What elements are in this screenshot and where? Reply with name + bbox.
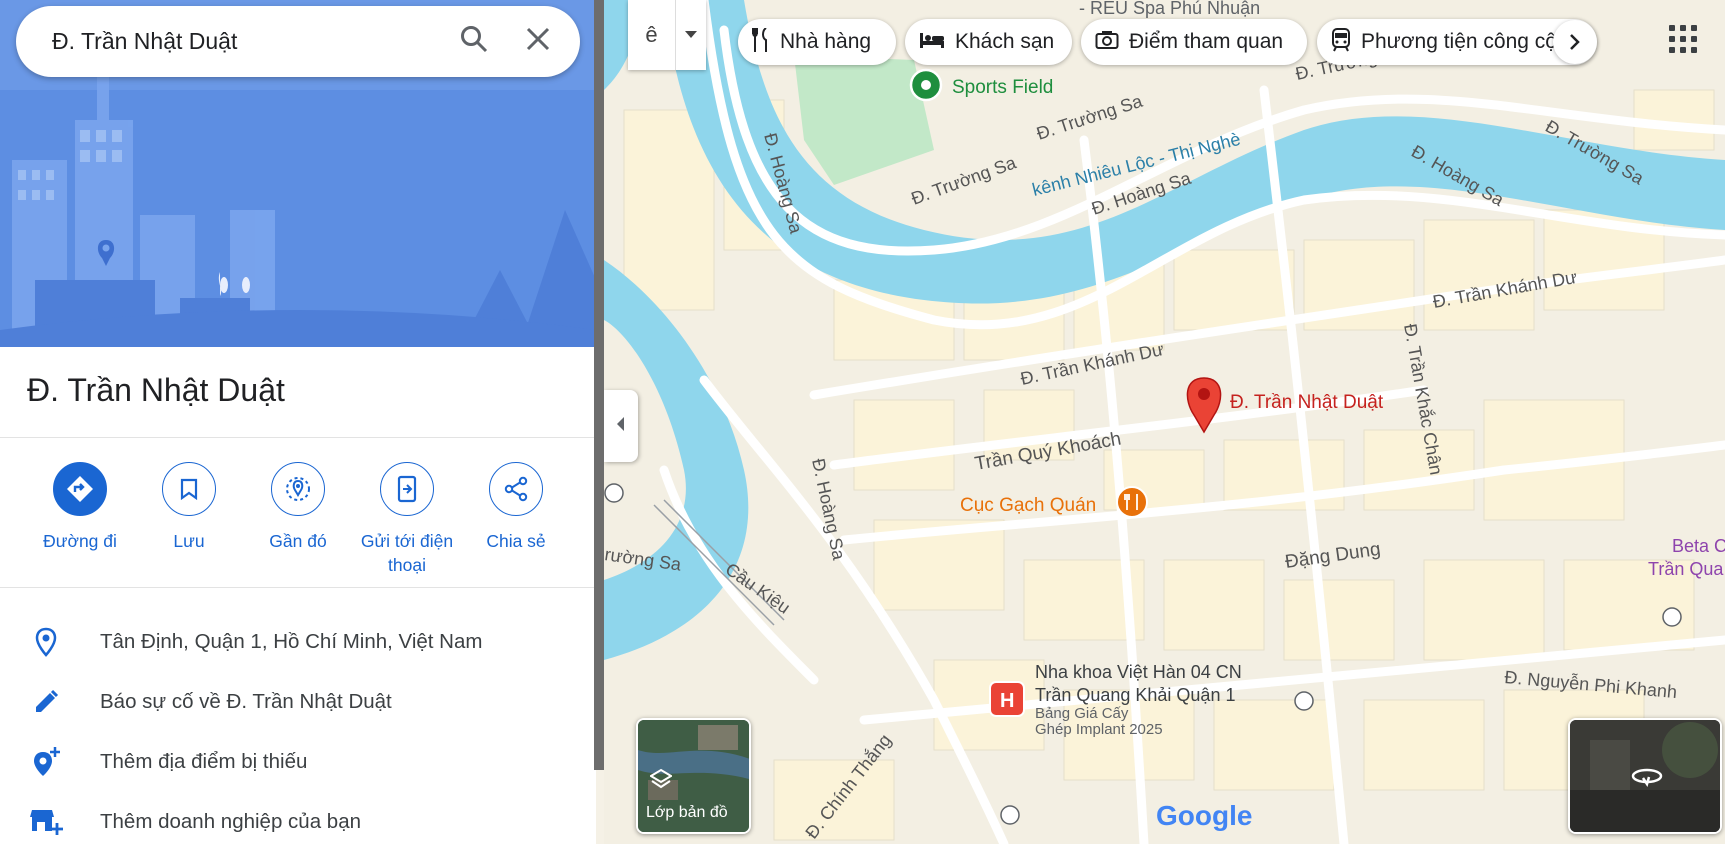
chip-attractions[interactable]: Điểm tham quan [1081,19,1307,65]
hospital-icon: H [989,681,1025,717]
add-missing-place-row[interactable]: Thêm địa điểm bị thiếu [0,734,596,790]
search-input[interactable] [16,6,442,77]
svg-text:Beta C: Beta C [1672,536,1725,556]
search-icon [460,25,488,58]
svg-text:H: H [1000,690,1014,712]
restaurant-pin-icon [1116,486,1148,518]
close-icon [526,27,550,56]
layers-label: Lớp bản đồ [646,804,728,821]
svg-text:Trần Qua: Trần Qua [1648,559,1724,579]
report-issue-row[interactable]: Báo sự cố về Đ. Trần Nhật Duật [0,674,596,730]
place-panel: Đ. Trần Nhật Duật Đường đi Lưu Gần đó [0,0,596,844]
chevron-down-icon[interactable] [676,0,706,70]
chip-hotels[interactable]: Khách sạn [905,19,1072,65]
park-pin-icon [909,68,943,102]
bookmark-icon [162,462,216,516]
restaurant-icon [752,26,770,57]
chip-label: Phương tiện công cộng [1361,30,1581,53]
search-button[interactable] [442,6,506,77]
layers-button[interactable]: Lớp bản đồ [636,718,751,834]
search-box [16,6,580,77]
action-label: Lưu [173,531,205,551]
chevron-left-icon [616,416,626,437]
action-label: Đường đi [43,531,117,551]
action-label: Gần đó [269,531,327,551]
save-button[interactable]: Lưu [134,462,244,553]
directions-button[interactable]: Đường đi [25,462,135,553]
divider [0,437,596,438]
chip-restaurants[interactable]: Nhà hàng [738,19,896,65]
map-graphic: - REU Spa Phú Nhuận Sports Field Đ. Trườ… [604,0,1725,844]
svg-text:Ghép Implant 2025: Ghép Implant 2025 [1035,721,1163,738]
chevron-right-icon[interactable] [1553,20,1597,64]
map-label-sports-field: Sports Field [952,77,1053,98]
language-toggle[interactable]: ê [628,0,676,70]
address-text: Tân Định, Quận 1, Hồ Chí Minh, Việt Nam [100,630,483,653]
panel-scrollbar[interactable] [594,0,604,770]
apps-grid-icon[interactable] [1662,18,1704,60]
add-location-icon [0,746,100,778]
report-issue-text: Báo sự cố về Đ. Trần Nhật Duật [100,690,392,713]
share-icon [489,462,543,516]
map-label: - REU Spa Phú Nhuận [1079,0,1260,18]
svg-text:Bảng Giá Cấy: Bảng Giá Cấy [1035,705,1129,722]
pencil-icon [0,689,100,715]
street-view-button[interactable] [1568,718,1722,834]
rotate-360-icon [1630,764,1664,793]
hotel-icon [919,31,945,54]
input-tools-button[interactable]: ê [628,0,706,70]
svg-text:Cục Gạch Quán: Cục Gạch Quán [960,495,1096,516]
add-business-text: Thêm doanh nghiệp của bạn [100,810,362,833]
layers-icon [649,768,673,795]
action-bar: Đường đi Lưu Gần đó Gửi tới điện thoại C… [0,462,596,582]
transit-icon [1331,27,1351,57]
location-pin-icon [0,627,100,657]
share-button[interactable]: Chia sẻ [461,462,571,553]
chip-label: Nhà hàng [780,30,872,53]
clear-search-button[interactable] [506,6,570,77]
svg-text:Nha khoa Việt Hàn 04 CN: Nha khoa Việt Hàn 04 CN [1035,662,1242,682]
chip-label: Khách sạn [955,30,1055,53]
chip-label: Điểm tham quan [1129,30,1284,53]
divider [0,587,596,588]
send-to-phone-icon [380,462,434,516]
send-to-phone-button[interactable]: Gửi tới điện thoại [352,462,462,577]
add-business-icon [0,807,100,837]
nearby-button[interactable]: Gần đó [243,462,353,553]
add-missing-place-text: Thêm địa điểm bị thiếu [100,750,308,773]
action-label: Gửi tới điện thoại [360,531,454,575]
add-business-row[interactable]: Thêm doanh nghiệp của bạn [0,794,596,844]
action-label: Chia sẻ [486,531,546,551]
camera-icon [1095,30,1119,55]
google-logo: Google [1156,800,1252,831]
place-title: Đ. Trần Nhật Duật [27,372,285,408]
address-row[interactable]: Tân Định, Quận 1, Hồ Chí Minh, Việt Nam [0,614,596,670]
directions-icon [53,462,107,516]
svg-text:Trần Quang Khải Quận 1: Trần Quang Khải Quận 1 [1035,685,1235,705]
svg-text:Đ. Trần Nhật Duật: Đ. Trần Nhật Duật [1230,392,1384,413]
map-canvas[interactable]: - REU Spa Phú Nhuận Sports Field Đ. Trườ… [604,0,1725,844]
collapse-panel-button[interactable] [604,390,638,462]
nearby-icon [271,462,325,516]
